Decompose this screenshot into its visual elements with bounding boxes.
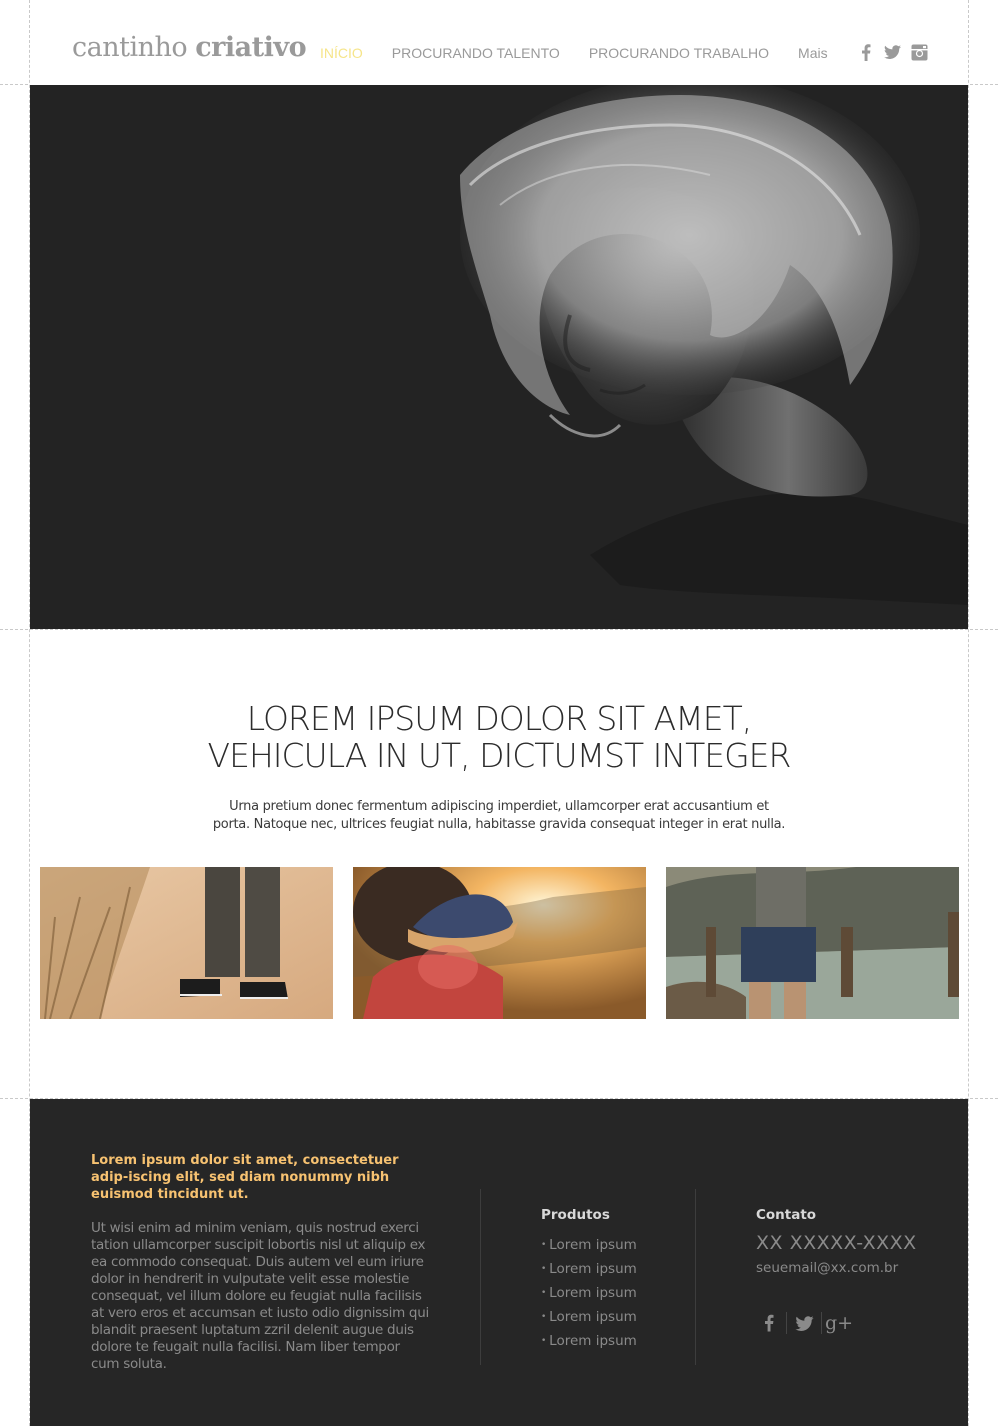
google-plus-icon[interactable]: g+ [822,1311,856,1335]
header-social-links [857,43,928,61]
products-item[interactable]: Lorem ipsum [541,1260,637,1284]
portrait-man-curly-hair-icon [30,85,968,629]
facebook-icon[interactable] [752,1311,786,1335]
contact-phone: XX XXXXX-XXXX [756,1232,917,1254]
page-headline: LOREM IPSUM DOLOR SIT AMET, VEHICULA IN … [30,700,968,774]
thumbnail-cap-sunset[interactable] [353,867,646,1019]
nav-mais[interactable]: Mais [798,45,828,61]
contact-title: Contato [756,1207,817,1223]
thumbnail-lake-man[interactable] [666,867,959,1019]
nav-procurando-talento[interactable]: PROCURANDO TALENTO [392,45,560,61]
products-title: Produtos [541,1207,610,1223]
guide-line-hero [0,629,998,630]
footer-lead: Lorem ipsum dolor sit amet, consectetuer… [91,1153,399,1202]
main-nav: INÍCIO PROCURANDO TALENTO PROCURANDO TRA… [320,45,828,61]
logo-light: cantinho [72,32,188,63]
thumbnail-sneakers[interactable] [40,867,333,1019]
nav-inicio[interactable]: INÍCIO [320,45,363,61]
products-item[interactable]: Lorem ipsum [541,1308,637,1332]
right-guide-line [968,0,969,1426]
facebook-icon[interactable] [857,43,874,61]
footer-social-links: g+ [752,1311,856,1335]
headline-line-1: LOREM IPSUM DOLOR SIT AMET, [246,699,752,738]
nav-procurando-trabalho[interactable]: PROCURANDO TRABALHO [589,45,769,61]
footer-body: Ut wisi enim ad minim veniam, quis nostr… [91,1220,429,1372]
page-subtext: Urna pretium donec fermentum adipiscing … [30,798,968,834]
footer-divider-2 [695,1189,696,1365]
products-item[interactable]: Lorem ipsum [541,1284,637,1308]
subtext-line-2: porta. Natoque nec, ultrices feugiat nul… [212,817,786,832]
site-header: cantinho criativo INÍCIO PROCURANDO TALE… [30,0,968,85]
site-footer: Lorem ipsum dolor sit amet, consectetuer… [30,1099,968,1426]
site-logo[interactable]: cantinho criativo [72,32,307,63]
headline-line-2: VEHICULA IN UT, DICTUMST INTEGER [207,736,792,775]
twitter-icon[interactable] [787,1311,821,1335]
twitter-icon[interactable] [884,43,901,61]
footer-divider-1 [480,1189,481,1365]
products-item[interactable]: Lorem ipsum [541,1236,637,1260]
contact-email[interactable]: seuemail@xx.com.br [756,1260,898,1276]
hero-banner [30,85,968,629]
products-item[interactable]: Lorem ipsum [541,1332,637,1356]
subtext-line-1: Urna pretium donec fermentum adipiscing … [229,799,769,814]
logo-bold: criativo [195,32,307,63]
products-list: Lorem ipsum Lorem ipsum Lorem ipsum Lore… [541,1236,637,1356]
instagram-icon[interactable] [911,43,928,61]
